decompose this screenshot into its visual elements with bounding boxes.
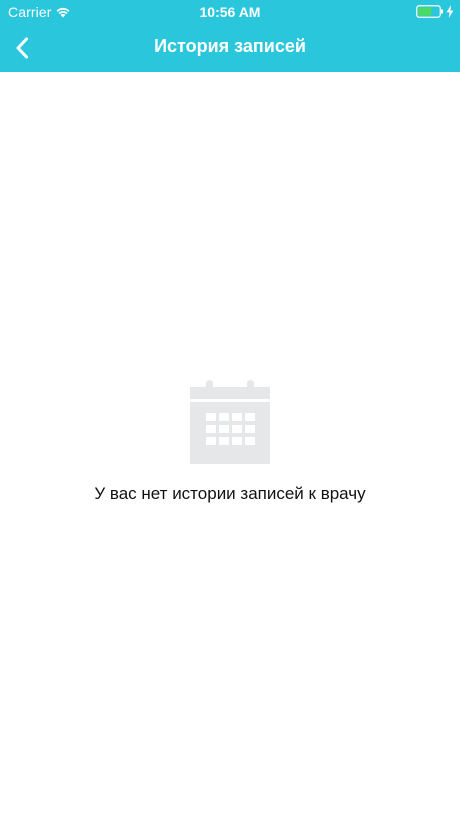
status-time: 10:56 AM [199, 4, 261, 20]
battery-indicator [416, 5, 454, 18]
navigation-bar: История записей [0, 24, 460, 72]
app-header: Carrier 10:56 AM История записей [0, 0, 460, 72]
battery-icon [416, 5, 443, 18]
status-bar: Carrier 10:56 AM [0, 0, 460, 24]
empty-state: У вас нет истории записей к врачу [0, 380, 460, 504]
bolt-icon [446, 5, 454, 18]
empty-message: У вас нет истории записей к врачу [94, 484, 366, 503]
calendar-icon [190, 380, 270, 464]
page-title: История записей [154, 36, 306, 56]
